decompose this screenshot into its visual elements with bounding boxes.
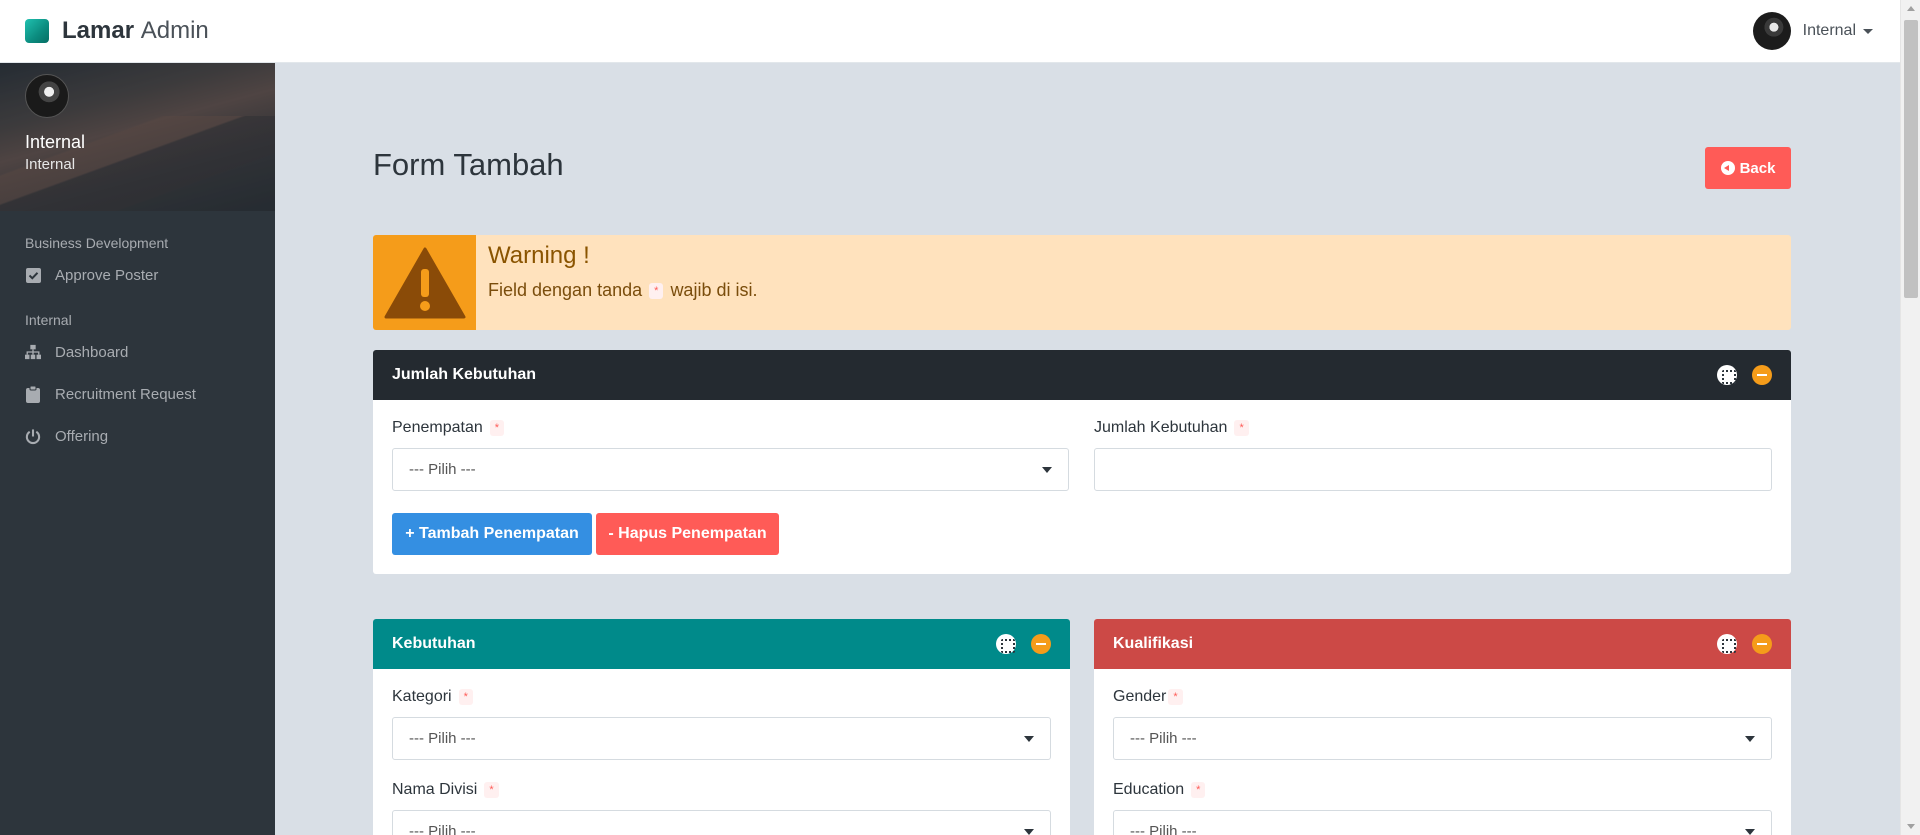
panel-title: Jumlah Kebutuhan: [392, 366, 537, 383]
warning-icon: [373, 235, 476, 330]
dropdown-arrow-icon: [1745, 828, 1755, 835]
warning-message: Field dengan tanda * wajib di isi.: [488, 280, 758, 300]
jumlah-kebutuhan-input[interactable]: [1094, 448, 1772, 491]
check-square-icon: [25, 267, 41, 283]
education-label: Education *: [1113, 781, 1772, 799]
kategori-label: Kategori *: [392, 688, 1051, 706]
sidebar-item-label: Recruitment Request: [55, 385, 196, 403]
required-mark: *: [484, 782, 499, 798]
kategori-select[interactable]: --- Pilih ---: [392, 717, 1051, 760]
collapse-icon[interactable]: [1031, 634, 1051, 654]
required-mark: *: [1191, 782, 1206, 798]
panel-jumlah-kebutuhan: Jumlah Kebutuhan Penempatan * --- Pilih -…: [373, 350, 1791, 574]
nama-divisi-select[interactable]: --- Pilih ---: [392, 810, 1051, 835]
jumlah-kebutuhan-label: Jumlah Kebutuhan *: [1094, 419, 1772, 437]
scroll-up-icon[interactable]: [1907, 6, 1915, 11]
panel-kualifikasi: Kualifikasi Gender * --- Pilih --- Educat…: [1094, 619, 1791, 835]
sidebar-item-approve-poster[interactable]: Approve Poster: [0, 254, 275, 296]
scroll-thumb[interactable]: [1904, 20, 1918, 298]
profile-name: Internal: [25, 132, 86, 152]
power-icon: [25, 428, 41, 444]
sidebar-item-dashboard[interactable]: Dashboard: [0, 331, 275, 373]
sidebar-item-label: Offering: [55, 427, 109, 445]
profile-role: Internal: [25, 156, 76, 173]
sidebar: Internal Internal Business Development A…: [0, 63, 275, 835]
penempatan-select[interactable]: --- Pilih ---: [392, 448, 1069, 491]
avatar[interactable]: [1752, 12, 1791, 50]
panel-heading: Jumlah Kebutuhan: [373, 350, 1791, 400]
brand-name[interactable]: Lamar Admin: [62, 17, 209, 45]
warning-alert: Warning ! Field dengan tanda * wajib di …: [373, 235, 1791, 330]
back-button[interactable]: Back: [1705, 147, 1791, 189]
sidebar-item-offering[interactable]: Offering: [0, 415, 275, 457]
panel-title: Kualifikasi: [1113, 635, 1194, 652]
dropdown-arrow-icon: [1024, 735, 1034, 742]
dropdown-arrow-icon: [1042, 466, 1052, 473]
arrow-left-circle-icon: [1720, 161, 1735, 175]
dropdown-arrow-icon: [1024, 828, 1034, 835]
tambah-penempatan-button[interactable]: + Tambah Penempatan: [392, 513, 592, 555]
expand-icon[interactable]: [996, 634, 1016, 654]
gender-label: Gender *: [1113, 688, 1772, 706]
collapse-icon[interactable]: [1752, 365, 1772, 385]
caret-down-icon[interactable]: [1863, 28, 1873, 34]
sitemap-icon: [25, 344, 41, 360]
sidebar-item-label: Dashboard: [55, 343, 129, 361]
nav-header-business-development: Business Development: [25, 235, 169, 251]
scroll-down-icon[interactable]: [1907, 824, 1915, 829]
brand-logo-icon[interactable]: [25, 19, 49, 43]
penempatan-label: Penempatan *: [392, 419, 1069, 437]
panel-heading: Kualifikasi: [1094, 619, 1791, 669]
dropdown-arrow-icon: [1745, 735, 1755, 742]
page-title: Form Tambah: [373, 147, 564, 182]
nama-divisi-label: Nama Divisi *: [392, 781, 1051, 799]
expand-icon[interactable]: [1717, 634, 1737, 654]
expand-icon[interactable]: [1717, 365, 1737, 385]
sidebar-item-label: Approve Poster: [55, 266, 159, 284]
user-name[interactable]: Internal: [1803, 22, 1856, 40]
warning-title: Warning !: [488, 242, 590, 269]
main-content: Form Tambah Back Warning ! Field dengan …: [275, 63, 1900, 835]
required-mark: *: [489, 420, 505, 436]
profile-avatar: [25, 74, 69, 118]
required-mark: *: [1168, 689, 1183, 705]
required-mark: *: [1234, 420, 1249, 436]
required-mark: *: [458, 689, 473, 705]
top-navbar: Lamar Admin Internal: [0, 0, 1900, 63]
hapus-penempatan-button[interactable]: - Hapus Penempatan: [596, 513, 779, 555]
sidebar-profile: Internal Internal: [0, 63, 275, 211]
sidebar-item-recruitment-request[interactable]: Recruitment Request: [0, 373, 275, 415]
panel-kebutuhan: Kebutuhan Kategori * --- Pilih --- Nama D…: [373, 619, 1070, 835]
collapse-icon[interactable]: [1752, 634, 1772, 654]
user-menu[interactable]: Internal: [1752, 12, 1873, 50]
education-select[interactable]: --- Pilih ---: [1113, 810, 1772, 835]
panel-heading: Kebutuhan: [373, 619, 1070, 669]
nav-header-internal: Internal: [25, 312, 72, 328]
gender-select[interactable]: --- Pilih ---: [1113, 717, 1772, 760]
panel-title: Kebutuhan: [392, 635, 476, 652]
page-scrollbar[interactable]: [1900, 0, 1920, 835]
clipboard-icon: [25, 385, 41, 403]
